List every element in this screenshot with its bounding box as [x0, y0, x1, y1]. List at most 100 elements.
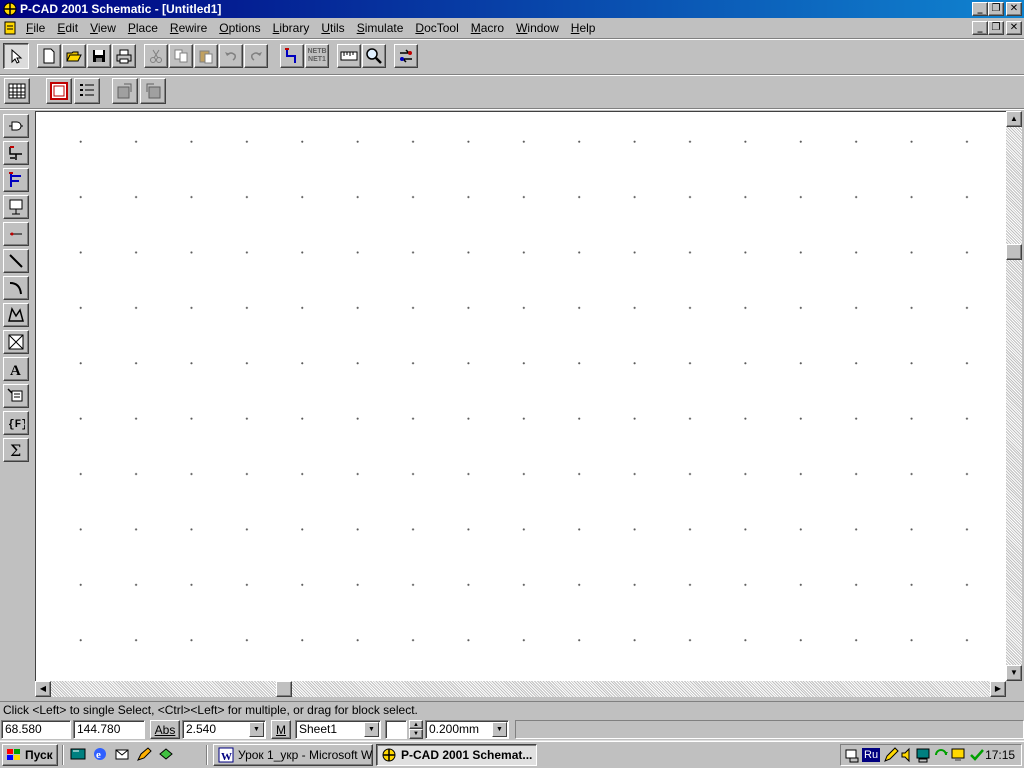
open-folder-icon[interactable] — [62, 44, 86, 68]
zoom-magnifier-icon[interactable] — [362, 44, 386, 68]
tray-check-icon[interactable] — [969, 747, 985, 763]
m-button[interactable]: M — [271, 720, 291, 739]
scroll-right-icon[interactable]: ▶ — [990, 681, 1006, 697]
grid-combo[interactable]: 2.540 ▼ — [182, 720, 266, 739]
scroll-left-icon[interactable]: ◀ — [35, 681, 51, 697]
doc-restore-icon[interactable]: ❐ — [988, 21, 1004, 35]
ftp-icon[interactable] — [136, 746, 152, 762]
tray-monitor-icon[interactable] — [951, 747, 967, 763]
channels-icon[interactable] — [158, 746, 174, 762]
tray-network-icon[interactable] — [844, 747, 860, 763]
library-a-icon[interactable] — [112, 78, 138, 104]
vertical-scroll-thumb[interactable] — [1006, 244, 1022, 260]
sheet-combo[interactable]: Sheet1 ▼ — [295, 720, 381, 739]
sheet-frame-icon[interactable] — [46, 78, 72, 104]
ie-icon[interactable]: e — [92, 746, 108, 762]
select-arrow-icon[interactable] — [3, 43, 29, 69]
simulate-icon[interactable] — [394, 44, 418, 68]
place-ieee-symbol-icon[interactable] — [3, 330, 29, 354]
language-indicator[interactable]: Ru — [862, 748, 881, 762]
undo-icon[interactable] — [219, 44, 243, 68]
tray-recycle-icon[interactable] — [933, 747, 949, 763]
place-field-icon[interactable]: {F} — [3, 411, 29, 435]
place-part-icon[interactable] — [3, 114, 29, 138]
horizontal-scroll-thumb[interactable] — [276, 681, 292, 697]
x-coordinate-field[interactable]: 68.580 — [1, 720, 71, 739]
menu-file[interactable]: File — [20, 21, 51, 35]
place-arc-icon[interactable] — [3, 276, 29, 300]
paste-icon[interactable] — [194, 44, 218, 68]
pcad-app-icon[interactable] — [2, 1, 18, 17]
status-panel — [515, 720, 1024, 739]
wire-tool-icon[interactable] — [280, 44, 304, 68]
line-width-combo[interactable]: 0.200mm ▼ — [425, 720, 509, 739]
place-attribute-icon[interactable] — [3, 384, 29, 408]
outlook-express-icon[interactable] — [114, 746, 130, 762]
placement-toolbar: A {F} Σ — [3, 114, 31, 462]
place-wire-icon[interactable] — [3, 141, 29, 165]
status-message: Click <Left> to single Select, <Ctrl><Le… — [0, 701, 1024, 717]
spin-down-icon[interactable]: ▼ — [409, 729, 423, 739]
spin-up-icon[interactable]: ▲ — [409, 720, 423, 729]
chevron-down-icon[interactable]: ▼ — [364, 722, 379, 737]
place-bus-icon[interactable] — [3, 168, 29, 192]
menu-macro[interactable]: Macro — [465, 21, 510, 35]
place-text-icon[interactable]: A — [3, 357, 29, 381]
window-title: P-CAD 2001 Schematic - [Untitled1] — [20, 2, 222, 16]
clock[interactable]: 17:15 — [985, 748, 1015, 762]
menu-simulate[interactable]: Simulate — [351, 21, 410, 35]
new-document-icon[interactable] — [37, 44, 61, 68]
schematic-canvas[interactable] — [35, 111, 1006, 681]
task-pcad[interactable]: P-CAD 2001 Schemat... — [376, 744, 537, 766]
grid-table-icon[interactable] — [4, 78, 30, 104]
menu-doctool[interactable]: DocTool — [409, 21, 464, 35]
title-bar[interactable]: P-CAD 2001 Schematic - [Untitled1] _ ❐ ✕ — [0, 0, 1024, 18]
menu-options[interactable]: Options — [213, 21, 266, 35]
show-desktop-icon[interactable] — [70, 746, 86, 762]
color-swatch[interactable] — [385, 720, 407, 739]
minimize-icon[interactable]: _ — [972, 2, 988, 16]
doc-close-icon[interactable]: ✕ — [1006, 21, 1022, 35]
chevron-down-icon[interactable]: ▼ — [249, 722, 264, 737]
menu-help[interactable]: Help — [565, 21, 602, 35]
place-pin-icon[interactable] — [3, 222, 29, 246]
place-polygon-icon[interactable] — [3, 303, 29, 327]
abs-button[interactable]: Abs — [150, 720, 180, 739]
cut-icon[interactable] — [144, 44, 168, 68]
close-icon[interactable]: ✕ — [1006, 2, 1022, 16]
doc-minimize-icon[interactable]: _ — [972, 21, 988, 35]
tray-pencil-icon[interactable] — [883, 747, 899, 763]
restore-icon[interactable]: ❐ — [988, 2, 1004, 16]
task-word[interactable]: W Урок 1_укр - Microsoft W... — [213, 744, 373, 766]
redo-icon[interactable] — [244, 44, 268, 68]
menu-edit[interactable]: Edit — [51, 21, 84, 35]
measure-ruler-icon[interactable] — [337, 44, 361, 68]
menu-library[interactable]: Library — [267, 21, 316, 35]
library-b-icon[interactable] — [140, 78, 166, 104]
save-disk-icon[interactable] — [87, 44, 111, 68]
place-sum-icon[interactable]: Σ — [3, 438, 29, 462]
scroll-up-icon[interactable]: ▲ — [1006, 111, 1022, 127]
y-coordinate-field[interactable]: 144.780 — [73, 720, 145, 739]
menu-utils[interactable]: Utils — [315, 21, 350, 35]
line-width-spinner[interactable]: ▲ ▼ — [409, 720, 423, 739]
horizontal-scrollbar[interactable]: ◀ ▶ — [35, 681, 1006, 697]
menu-view[interactable]: View — [84, 21, 122, 35]
tray-volume-icon[interactable] — [901, 747, 913, 763]
menu-rewire[interactable]: Rewire — [164, 21, 213, 35]
menu-window[interactable]: Window — [510, 21, 565, 35]
vertical-scrollbar[interactable]: ▲ ▼ — [1006, 111, 1022, 681]
chevron-down-icon[interactable]: ▼ — [492, 722, 507, 737]
menu-place[interactable]: Place — [122, 21, 164, 35]
list-icon[interactable] — [74, 78, 100, 104]
place-port-icon[interactable] — [3, 195, 29, 219]
copy-icon[interactable] — [169, 44, 193, 68]
netlist-button[interactable]: NETB NET1 — [305, 44, 329, 68]
print-icon[interactable] — [112, 44, 136, 68]
svg-text:W: W — [221, 751, 232, 763]
tray-computer-icon[interactable] — [915, 747, 931, 763]
place-line-icon[interactable] — [3, 249, 29, 273]
start-button[interactable]: Пуск — [2, 744, 58, 766]
scroll-down-icon[interactable]: ▼ — [1006, 665, 1022, 681]
document-icon[interactable] — [2, 20, 18, 36]
